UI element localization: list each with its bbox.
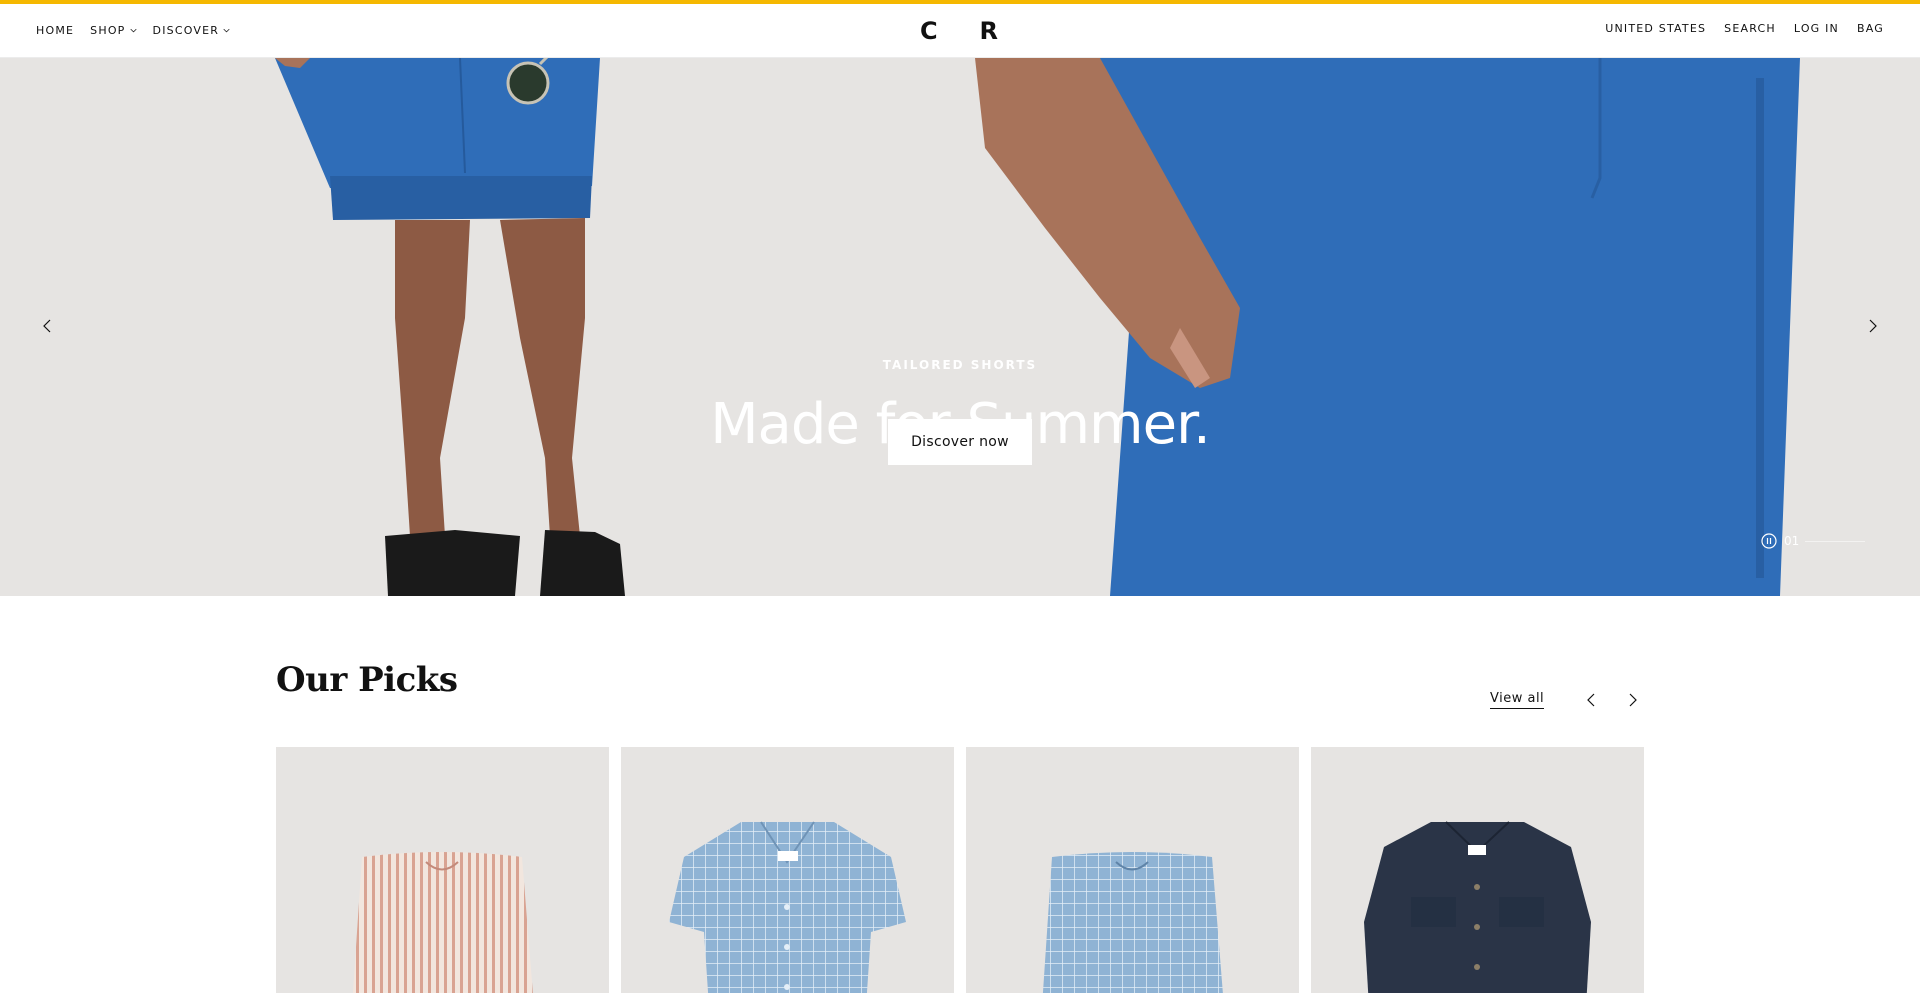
site-header: HOME SHOP DISCOVER C R UNITED STATES SEA… <box>0 4 1920 58</box>
search-label: SEARCH <box>1724 22 1776 35</box>
hero-next-icon[interactable] <box>1862 316 1882 336</box>
check-shorts-image <box>1042 852 1223 993</box>
chevron-right-icon[interactable] <box>1622 690 1642 710</box>
chevron-left-icon[interactable] <box>1582 690 1602 710</box>
logo-letter-r: R <box>979 17 1000 45</box>
hero-eyebrow: TAILORED SHORTS <box>882 358 1038 372</box>
utility-nav: UNITED STATES SEARCH LOG IN BAG <box>1605 22 1884 35</box>
country-selector-link[interactable]: UNITED STATES <box>1605 22 1706 35</box>
slide-progress <box>1805 540 1866 542</box>
search-link[interactable]: SEARCH <box>1724 22 1776 35</box>
primary-nav: HOME SHOP DISCOVER <box>36 24 230 37</box>
country-label: UNITED STATES <box>1605 22 1707 35</box>
discover-now-button[interactable]: Discover now <box>888 419 1032 465</box>
nav-discover-label: DISCOVER <box>152 24 220 37</box>
nav-home-link[interactable]: HOME <box>36 24 74 37</box>
nav-discover-link[interactable]: DISCOVER <box>153 24 231 37</box>
striped-shorts-image <box>352 852 533 993</box>
pause-circle-icon[interactable] <box>1760 532 1778 550</box>
site-logo[interactable]: C R <box>920 16 1000 46</box>
our-picks-header: Our Picks View all <box>276 660 1644 710</box>
logo-letter-c: C <box>920 17 940 45</box>
hero-image <box>0 58 1920 596</box>
product-card[interactable] <box>966 747 1299 993</box>
product-carousel <box>276 747 1644 993</box>
login-link[interactable]: LOG IN <box>1794 22 1839 35</box>
nav-home-label: HOME <box>36 24 75 37</box>
bag-link[interactable]: BAG <box>1857 22 1884 35</box>
nav-shop-label: SHOP <box>90 24 126 37</box>
slide-counter: 01 <box>1760 532 1866 550</box>
slide-index: 01 <box>1784 534 1800 548</box>
section-title: Our Picks <box>276 660 458 700</box>
product-card[interactable] <box>1311 747 1644 993</box>
hero-prev-icon[interactable] <box>38 316 58 336</box>
chevron-down-icon <box>223 28 230 33</box>
view-all-link[interactable]: View all <box>1490 691 1545 709</box>
bag-label: BAG <box>1856 22 1884 35</box>
nav-shop-link[interactable]: SHOP <box>90 24 137 37</box>
login-label: LOG IN <box>1793 22 1839 35</box>
chevron-down-icon <box>129 28 137 33</box>
product-card[interactable] <box>276 747 609 993</box>
overshirt-image <box>1364 821 1591 993</box>
check-shirt-image <box>669 821 906 993</box>
hero-slideshow: TAILORED SHORTS Made for Summer. 01 <box>0 58 1920 596</box>
product-card[interactable] <box>621 747 954 993</box>
